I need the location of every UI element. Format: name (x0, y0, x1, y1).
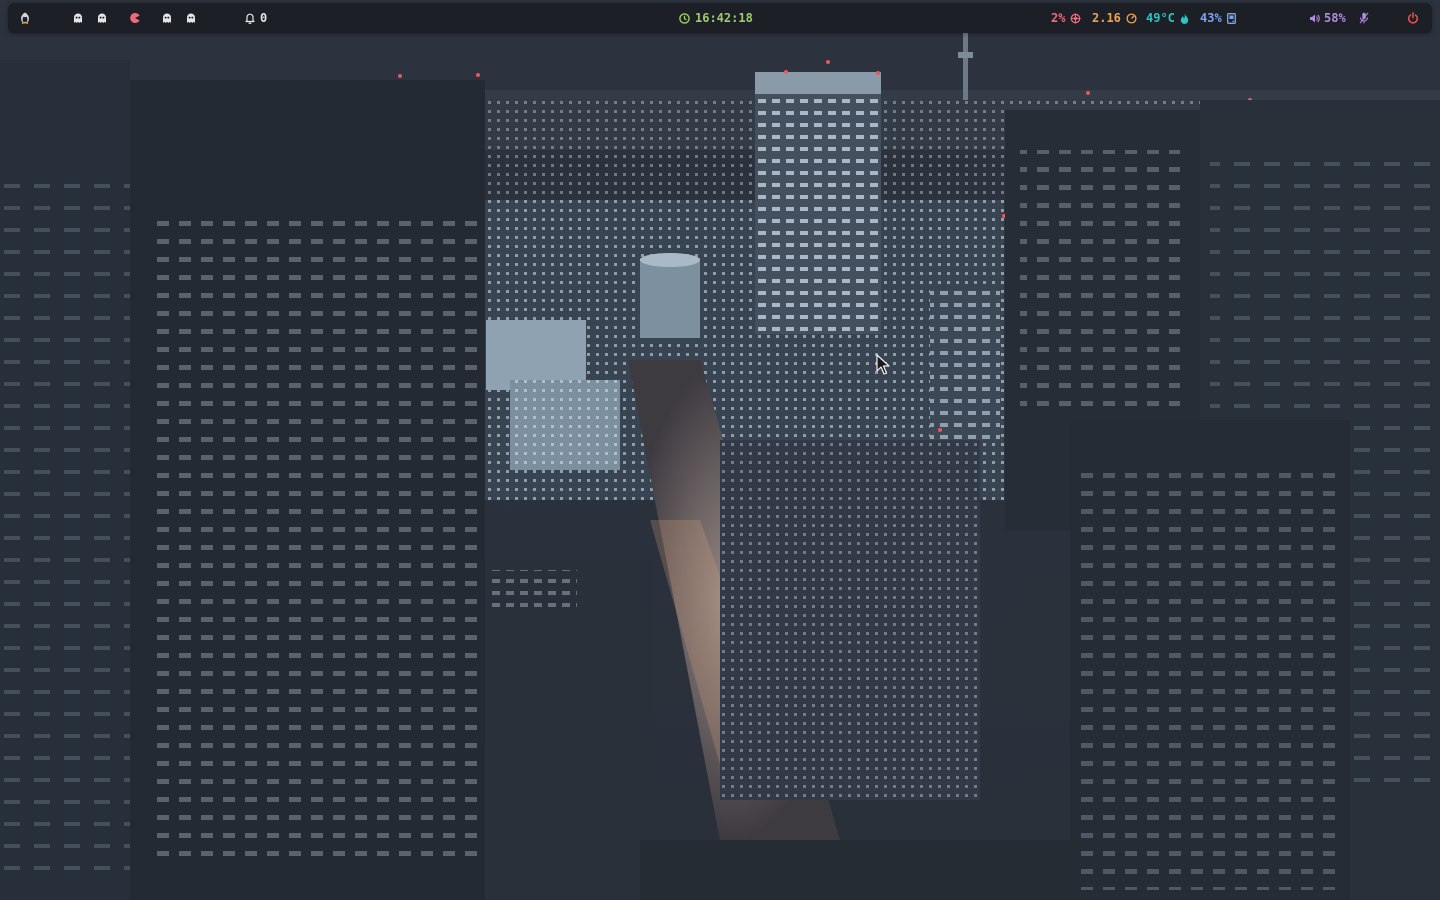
volume-value: 58% (1324, 11, 1346, 25)
disk-value: 43% (1200, 11, 1222, 25)
notification-indicator[interactable]: 0 (244, 3, 267, 33)
workspace-5[interactable] (184, 3, 198, 33)
microphone-icon (1359, 12, 1369, 24)
temperature-widget[interactable]: 49°C (1146, 3, 1189, 33)
mouse-cursor-icon (876, 354, 890, 375)
ghost-icon (98, 13, 106, 23)
bell-icon (245, 13, 255, 24)
cpu-icon (1070, 13, 1081, 23)
clock-widget[interactable]: 16:42:18 (679, 3, 753, 33)
ghost-icon (74, 13, 82, 23)
ghost-icon (187, 13, 195, 23)
temperature-value: 49°C (1146, 11, 1175, 25)
flame-icon (1180, 13, 1189, 24)
workspace-1[interactable] (71, 3, 85, 33)
top-status-bar: 0 16:42:18 2% 2.16 49°C 43% 58% (8, 3, 1432, 33)
speaker-icon (1310, 14, 1320, 22)
desktop-wallpaper (0, 0, 1440, 900)
microphone-toggle[interactable] (1356, 3, 1372, 33)
disk-widget[interactable]: 43% (1200, 3, 1236, 33)
clock-time: 16:42:18 (695, 11, 753, 25)
cpu-widget[interactable]: 2% (1051, 3, 1081, 33)
gauge-icon (1126, 12, 1137, 24)
ghost-icon (163, 13, 171, 23)
load-value: 2.16 (1092, 11, 1121, 25)
launcher-button[interactable] (16, 3, 34, 33)
workspace-2[interactable] (95, 3, 109, 33)
volume-widget[interactable]: 58% (1309, 3, 1346, 33)
power-button[interactable] (1404, 3, 1422, 33)
load-widget[interactable]: 2.16 (1092, 3, 1137, 33)
cpu-value: 2% (1051, 11, 1066, 25)
notification-count: 0 (260, 11, 268, 25)
workspace-3-active[interactable] (128, 3, 142, 33)
clock-icon (679, 12, 690, 24)
tux-penguin-icon (21, 12, 29, 24)
workspace-4[interactable] (160, 3, 174, 33)
pacman-icon (130, 13, 140, 23)
power-icon (1408, 12, 1418, 24)
disk-icon (1226, 12, 1236, 24)
